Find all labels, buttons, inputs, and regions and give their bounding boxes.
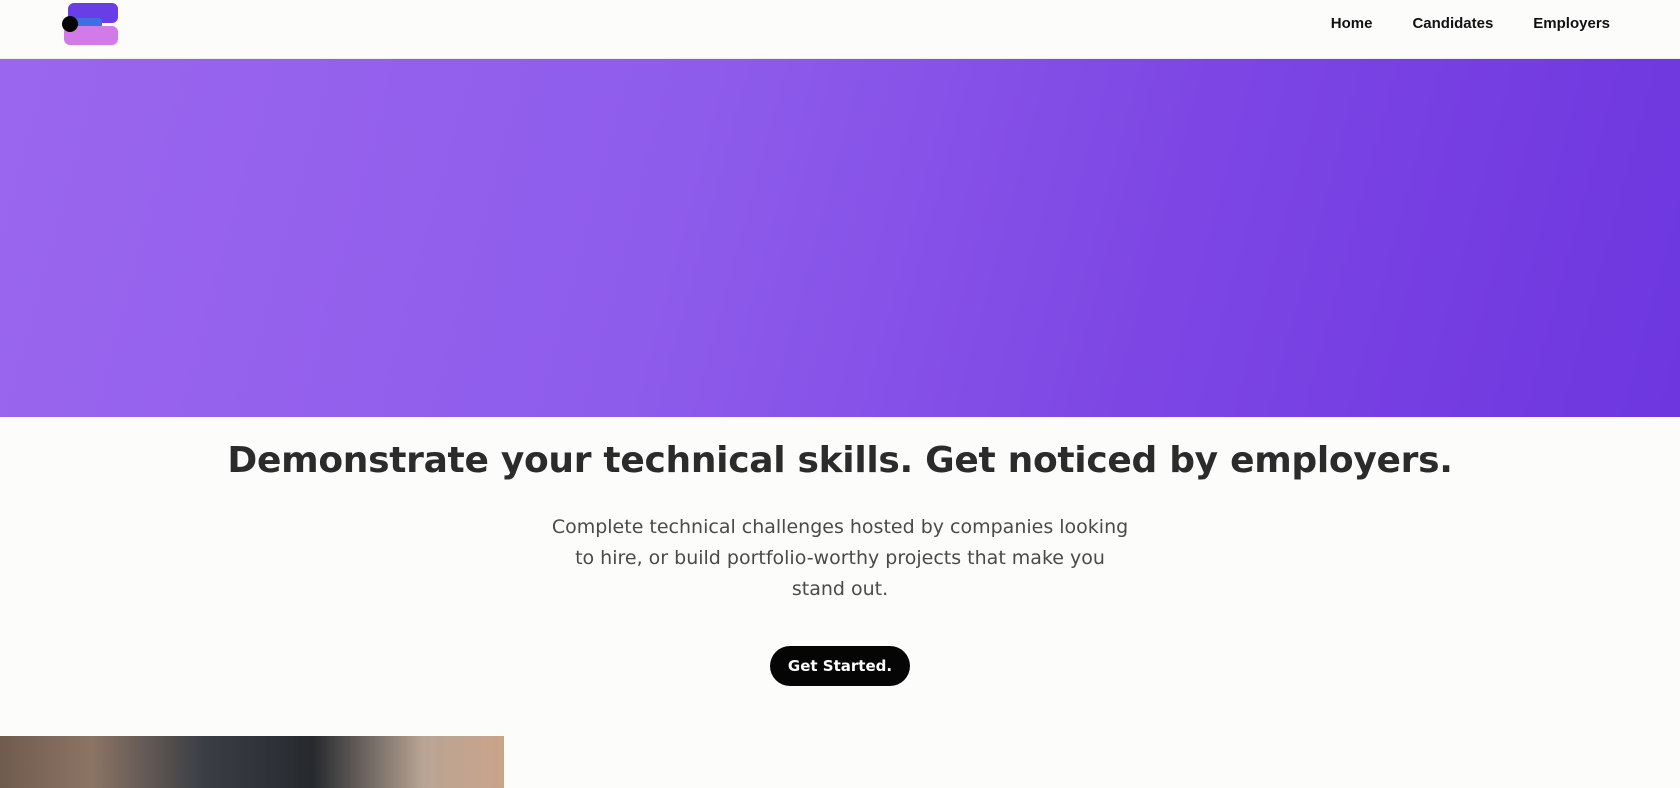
nav-employers[interactable]: Employers (1533, 15, 1610, 32)
logo-dot (62, 16, 78, 32)
hero-banner (0, 59, 1680, 417)
site-header: Home Candidates Employers (0, 0, 1680, 59)
office-photo (0, 736, 504, 788)
brand-logo[interactable] (60, 2, 120, 46)
page-subtitle: Complete technical challenges hosted by … (551, 516, 1129, 600)
page-headline: Demonstrate your technical skills. Get n… (227, 440, 1453, 481)
main-nav: Home Candidates Employers (1331, 13, 1610, 33)
nav-candidates[interactable]: Candidates (1412, 15, 1493, 32)
nav-home[interactable]: Home (1331, 15, 1373, 32)
get-started-button[interactable]: Get Started. (770, 646, 910, 686)
